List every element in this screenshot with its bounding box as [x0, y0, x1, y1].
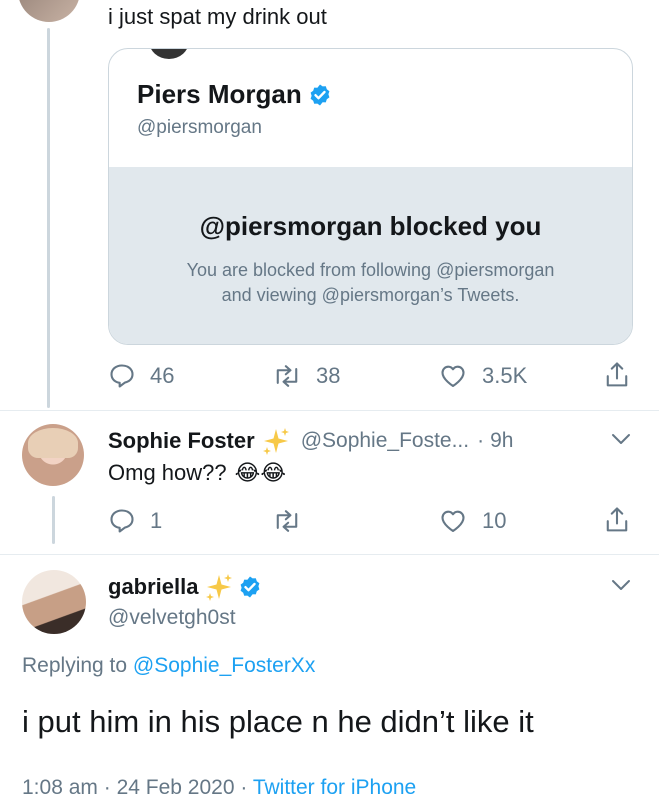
share-button[interactable]	[603, 360, 631, 390]
main-handle[interactable]: @velvetgh0st	[108, 606, 236, 630]
reply-text-row: Omg how?? 😂😂	[108, 460, 286, 486]
meta-sep-2: ·	[240, 776, 248, 799]
avatar-gabriella[interactable]	[22, 570, 86, 634]
reply-count: 46	[150, 363, 175, 388]
like-button-2[interactable]: 10	[438, 507, 506, 535]
thread-line-2	[52, 496, 55, 544]
blocked-line-2: and viewing @piersmorgan’s Tweets.	[221, 285, 520, 305]
reply-text: Omg how??	[108, 460, 227, 485]
retweet-icon	[276, 510, 298, 532]
reply-header: Sophie Foster @Sophie_Foste... · 9h	[108, 426, 628, 456]
reply-separator: ·	[477, 429, 485, 452]
main-tweet-text: i put him in his place n he didn’t like …	[22, 704, 534, 739]
reply-icon	[110, 509, 134, 533]
blocked-notice: @piersmorgan blocked you You are blocked…	[109, 167, 632, 344]
quoted-tweet-card[interactable]: Piers Morgan @piersmorgan @piersmorgan b…	[108, 48, 633, 345]
divider	[0, 554, 659, 555]
quoted-handle: @piersmorgan	[137, 117, 262, 138]
reply-name[interactable]: Sophie Foster	[108, 428, 255, 454]
verified-icon	[241, 576, 260, 598]
like-icon	[441, 510, 465, 532]
tweet-meta: 1:08 am · 24 Feb 2020 · Twitter for iPho…	[22, 776, 416, 800]
meta-sep-1: ·	[103, 776, 111, 799]
avatar-sophie[interactable]	[22, 424, 84, 486]
blocked-line-1: You are blocked from following @piersmor…	[186, 260, 555, 280]
replying-prefix: Replying to	[22, 654, 133, 677]
thread-line	[47, 28, 50, 408]
verified-icon	[310, 84, 330, 105]
reply-button-2[interactable]: 1	[108, 507, 162, 535]
reply-count-2: 1	[150, 508, 163, 533]
chevron-down-icon[interactable]	[610, 578, 632, 592]
reply-button[interactable]: 46	[108, 362, 174, 390]
tweet-text: i just spat my drink out	[108, 4, 327, 29]
like-button[interactable]: 3.5K	[438, 362, 527, 390]
reply-emoji: 😂😂	[234, 460, 287, 486]
chevron-down-icon[interactable]	[610, 432, 632, 446]
share-button-2[interactable]	[603, 505, 631, 535]
quoted-avatar	[149, 49, 189, 59]
like-count: 3.5K	[482, 363, 528, 388]
share-icon	[606, 507, 628, 532]
replying-to-line: Replying to @Sophie_FosterXx	[22, 654, 315, 678]
retweet-button-2[interactable]	[272, 507, 316, 535]
replying-to-link[interactable]: @Sophie_FosterXx	[133, 654, 315, 677]
tweet-date: 24 Feb 2020	[116, 776, 235, 799]
retweet-icon	[276, 365, 298, 387]
main-name[interactable]: gabriella	[108, 574, 198, 600]
tweet-source-link[interactable]: Twitter for iPhone	[253, 776, 416, 799]
reply-icon	[110, 364, 134, 388]
sparkles-icon	[206, 574, 233, 601]
reply-handle[interactable]: @Sophie_Foste...	[301, 429, 469, 453]
sparkles-icon	[262, 428, 289, 455]
like-icon	[441, 365, 465, 387]
reply-time: 9h	[490, 429, 514, 452]
retweet-count: 38	[316, 363, 341, 388]
avatar-top-user[interactable]	[18, 0, 80, 22]
quoted-name-row: Piers Morgan	[137, 79, 332, 110]
share-icon	[606, 362, 628, 387]
retweet-button[interactable]: 38	[272, 362, 340, 390]
blocked-title: @piersmorgan blocked you	[199, 211, 542, 241]
tweet-time: 1:08 am	[22, 776, 98, 799]
quoted-name: Piers Morgan	[137, 79, 302, 109]
main-name-row: gabriella	[108, 572, 262, 602]
like-count-2: 10	[482, 508, 507, 533]
divider	[0, 410, 659, 411]
